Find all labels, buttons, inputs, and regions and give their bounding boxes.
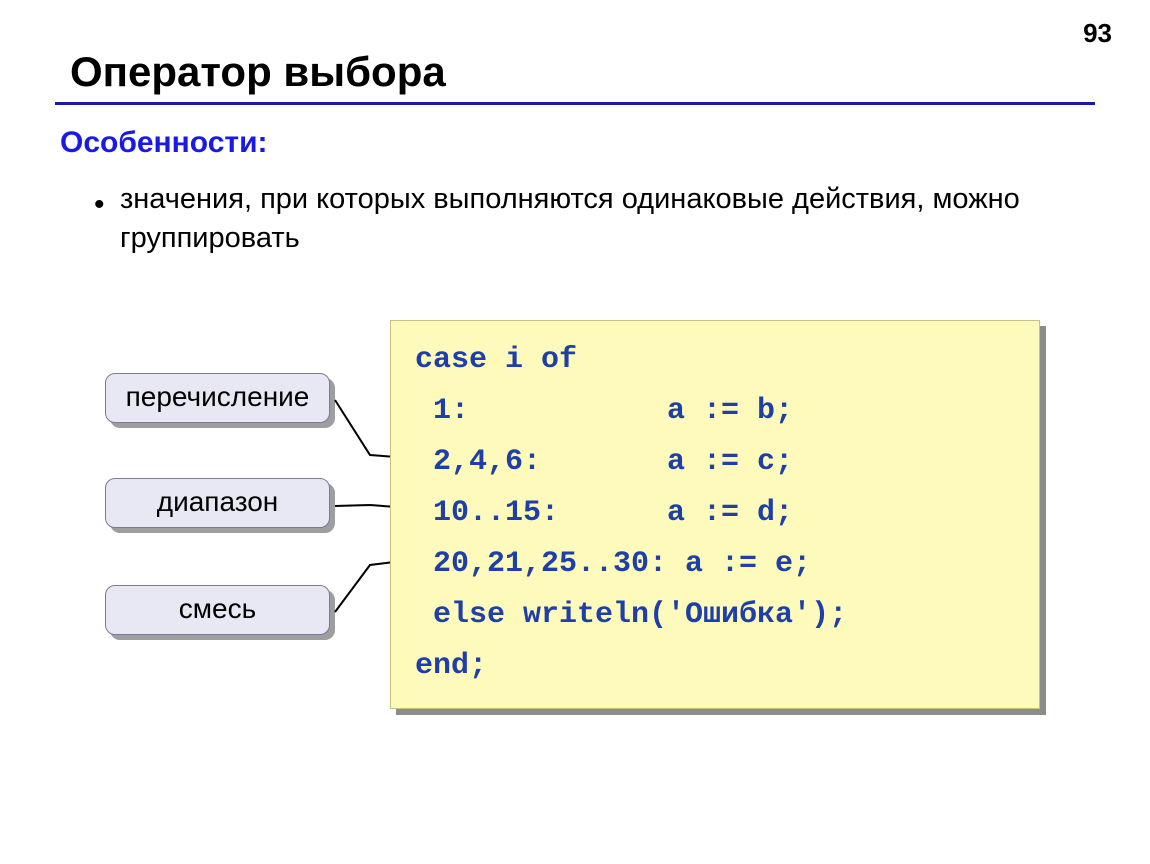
callout-mixed: смесь bbox=[105, 585, 330, 635]
bullet-item: • значения, при которых выполняются один… bbox=[120, 180, 1060, 258]
title-underline bbox=[55, 102, 1095, 105]
slide-title: Оператор выбора bbox=[70, 48, 446, 96]
bullet-text: значения, при которых выполняются одинак… bbox=[120, 183, 1020, 254]
subheading: Особенности: bbox=[60, 126, 268, 160]
code-block: case i of 1: a := b; 2,4,6: a := c; 10..… bbox=[390, 320, 1040, 709]
page-number: 93 bbox=[1083, 18, 1112, 49]
slide: 93 Оператор выбора Особенности: • значен… bbox=[0, 0, 1150, 864]
callout-enum: перечисление bbox=[105, 373, 330, 423]
bullet-dot-icon: • bbox=[94, 190, 105, 220]
callout-range: диапазон bbox=[105, 478, 330, 528]
